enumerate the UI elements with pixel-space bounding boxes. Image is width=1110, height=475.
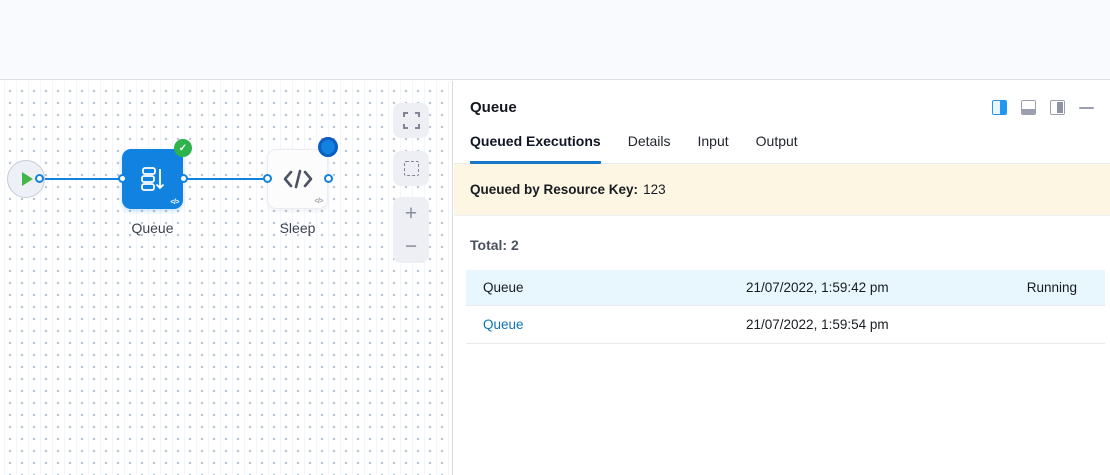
zoom-out-button[interactable]: − xyxy=(405,237,417,257)
tab-input[interactable]: Input xyxy=(698,133,729,163)
execution-status: Running xyxy=(965,280,1105,295)
executions-table: Queue 21/07/2022, 1:59:42 pm Running Que… xyxy=(466,270,1105,344)
connection-start-to-queue xyxy=(40,178,122,180)
execution-timestamp: 21/07/2022, 1:59:54 pm xyxy=(746,317,965,332)
dock-bottom-icon[interactable] xyxy=(1021,100,1036,115)
execution-timestamp: 21/07/2022, 1:59:42 pm xyxy=(746,280,965,295)
panel-header: Queue xyxy=(454,81,1110,116)
queue-icon xyxy=(138,164,168,194)
queue-output-port[interactable] xyxy=(179,174,188,183)
resource-key-banner: Queued by Resource Key: 123 xyxy=(454,164,1110,216)
selection-tool-button[interactable] xyxy=(393,151,429,186)
panel-tabs: Queued Executions Details Input Output xyxy=(454,133,1110,164)
dock-right-active-icon[interactable] xyxy=(992,100,1007,115)
node-details-panel: Queue Queued Executions Details Input Ou… xyxy=(454,81,1110,475)
tab-details[interactable]: Details xyxy=(628,133,671,163)
play-icon xyxy=(22,172,33,186)
fit-view-button[interactable] xyxy=(393,103,429,138)
dock-side-icon[interactable] xyxy=(1050,100,1065,115)
sleep-node[interactable]: </> xyxy=(267,149,328,209)
panel-title: Queue xyxy=(470,99,517,116)
queue-node[interactable]: </> xyxy=(122,149,183,209)
sleep-input-port[interactable] xyxy=(263,174,272,183)
selection-box-icon xyxy=(404,161,419,176)
workflow-canvas[interactable]: </> ✓ Queue </> Sleep + − xyxy=(0,81,453,475)
code-indicator-icon: </> xyxy=(170,199,179,206)
zoom-in-button[interactable]: + xyxy=(405,204,417,224)
code-indicator-icon: </> xyxy=(314,198,323,205)
running-spinner-icon xyxy=(318,137,338,157)
total-count-label: Total: 2 xyxy=(470,237,1105,253)
executions-content: Total: 2 Queue 21/07/2022, 1:59:42 pm Ru… xyxy=(454,216,1110,344)
success-check-icon: ✓ xyxy=(174,139,192,157)
minimize-panel-icon[interactable] xyxy=(1079,107,1094,109)
sleep-node-label: Sleep xyxy=(267,220,328,236)
tab-queued-executions[interactable]: Queued Executions xyxy=(470,133,601,164)
execution-row[interactable]: Queue 21/07/2022, 1:59:42 pm Running xyxy=(466,270,1105,306)
fit-view-icon xyxy=(403,112,420,129)
banner-value: 123 xyxy=(643,182,666,197)
execution-name: Queue xyxy=(466,280,746,295)
code-brackets-icon xyxy=(282,166,314,192)
execution-row[interactable]: Queue 21/07/2022, 1:59:54 pm xyxy=(466,306,1105,344)
queue-input-port[interactable] xyxy=(118,174,127,183)
execution-name-link[interactable]: Queue xyxy=(466,317,746,332)
start-output-port[interactable] xyxy=(35,174,44,183)
sleep-output-port[interactable] xyxy=(324,174,333,183)
top-bar xyxy=(0,0,1110,80)
tab-output[interactable]: Output xyxy=(756,133,798,163)
panel-window-controls xyxy=(992,100,1094,115)
banner-label: Queued by Resource Key: xyxy=(470,182,638,197)
connection-queue-to-sleep xyxy=(183,178,267,180)
queue-node-label: Queue xyxy=(122,220,183,236)
zoom-controls[interactable]: + − xyxy=(393,197,429,263)
